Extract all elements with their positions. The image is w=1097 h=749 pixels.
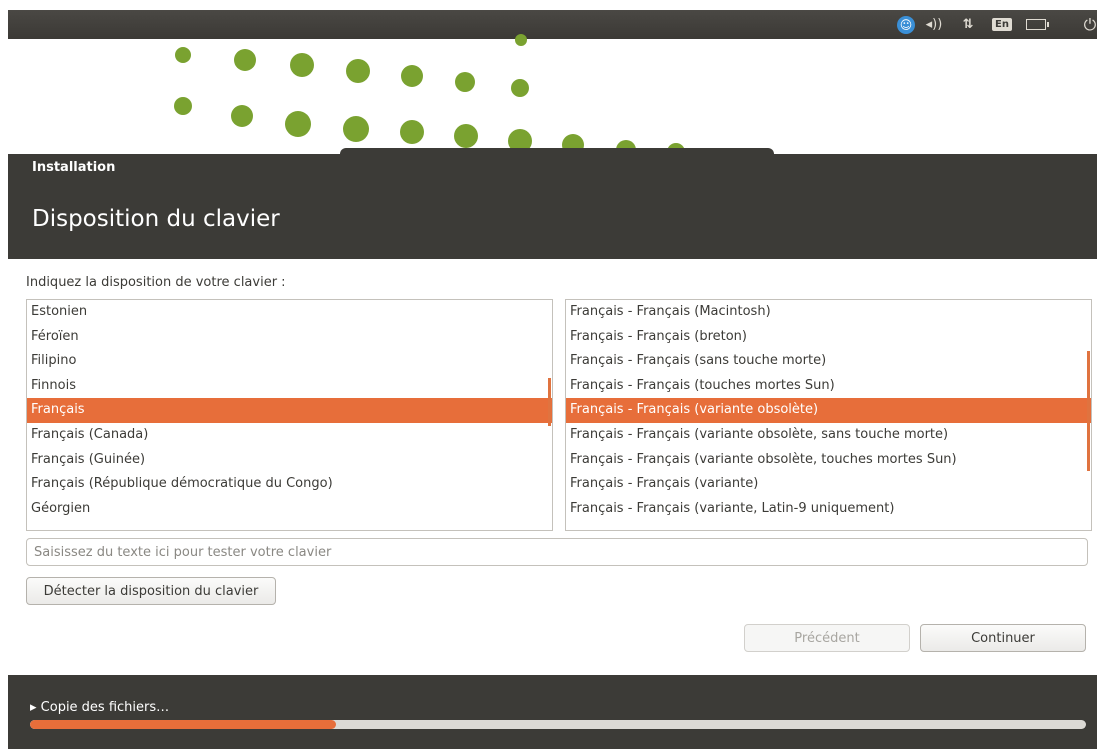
network-icon[interactable]: ⇅ bbox=[957, 10, 979, 39]
keyboard-variant-list[interactable]: Français - Français (Macintosh) Français … bbox=[565, 299, 1092, 531]
layout-list-item[interactable]: Filipino bbox=[27, 349, 552, 374]
sound-icon[interactable]: ◂)) bbox=[921, 10, 947, 39]
decorative-dot bbox=[400, 120, 424, 144]
progress-bar-fill bbox=[30, 720, 337, 729]
variant-list-item[interactable]: Français - Français (variante, Latin-9 u… bbox=[566, 497, 1091, 522]
power-icon[interactable]: ⏻ bbox=[1076, 10, 1097, 39]
variant-list-item[interactable]: Français - Français (variante) bbox=[566, 472, 1091, 497]
window-header: Installation Disposition du clavier bbox=[8, 154, 1097, 259]
variant-list-item[interactable]: Français - Français (touches mortes Sun) bbox=[566, 374, 1091, 399]
layout-list-item[interactable]: Français (Canada) bbox=[27, 423, 552, 448]
variant-list-item[interactable]: Français - Français (variante obsolète, … bbox=[566, 423, 1091, 448]
decorative-dot bbox=[285, 111, 311, 137]
wallpaper-dots bbox=[0, 34, 1097, 161]
progress-expander[interactable]: ▸ Copie des fichiers… bbox=[30, 700, 169, 715]
page-title: Disposition du clavier bbox=[32, 206, 280, 232]
layout-prompt-label: Indiquez la disposition de votre clavier… bbox=[26, 275, 286, 290]
variant-list-item[interactable]: Français - Français (variante obsolète, … bbox=[566, 448, 1091, 473]
keyboard-language-indicator[interactable]: En bbox=[990, 10, 1014, 39]
keyboard-test-input[interactable] bbox=[26, 538, 1088, 566]
window-title: Installation bbox=[32, 160, 116, 175]
decorative-dot bbox=[511, 79, 529, 97]
variant-list-scrollbar[interactable] bbox=[1087, 351, 1090, 471]
battery-icon[interactable] bbox=[1022, 10, 1050, 39]
variant-list-item[interactable]: Français - Français (breton) bbox=[566, 325, 1091, 350]
decorative-dot bbox=[174, 97, 192, 115]
keyboard-layout-list[interactable]: Estonien Féroïen Filipino Finnois Français Fr… bbox=[26, 299, 553, 531]
decorative-dot bbox=[515, 34, 527, 46]
installer-window: Installation Disposition du clavier Indi… bbox=[8, 154, 1097, 749]
detect-layout-button[interactable]: Détecter la disposition du clavier bbox=[26, 577, 276, 605]
decorative-dot bbox=[455, 72, 475, 92]
decorative-dot bbox=[343, 116, 369, 142]
top-panel: ☺ ◂)) ⇅ En ⏻ bbox=[8, 10, 1097, 39]
decorative-dot bbox=[231, 105, 253, 127]
accessibility-icon[interactable]: ☺ bbox=[895, 10, 917, 39]
layout-list-item[interactable]: Féroïen bbox=[27, 325, 552, 350]
layout-list-item[interactable]: Finnois bbox=[27, 374, 552, 399]
layout-list-item[interactable]: Français (République démocratique du Con… bbox=[27, 472, 552, 497]
variant-list-item[interactable]: Français - Français (sans touche morte) bbox=[566, 349, 1091, 374]
layout-list-item[interactable]: Géorgien bbox=[27, 497, 552, 522]
progress-bar bbox=[30, 720, 1086, 729]
layout-list-item[interactable]: Estonien bbox=[27, 300, 552, 325]
layout-list-scrollbar[interactable] bbox=[548, 378, 551, 426]
layout-list-item[interactable]: Français bbox=[27, 398, 552, 423]
language-code: En bbox=[992, 18, 1012, 31]
layout-list-item[interactable]: Français (Guinée) bbox=[27, 448, 552, 473]
decorative-dot bbox=[401, 65, 423, 87]
decorative-dot bbox=[454, 124, 478, 148]
decorative-dot bbox=[290, 53, 314, 77]
back-button[interactable]: Précédent bbox=[744, 624, 910, 652]
variant-list-item[interactable]: Français - Français (Macintosh) bbox=[566, 300, 1091, 325]
variant-list-item[interactable]: Français - Français (variante obsolète) bbox=[566, 398, 1091, 423]
progress-footer: ▸ Copie des fichiers… bbox=[8, 675, 1097, 749]
continue-button[interactable]: Continuer bbox=[920, 624, 1086, 652]
decorative-dot bbox=[346, 59, 370, 83]
decorative-dot bbox=[234, 49, 256, 71]
decorative-dot bbox=[175, 47, 191, 63]
